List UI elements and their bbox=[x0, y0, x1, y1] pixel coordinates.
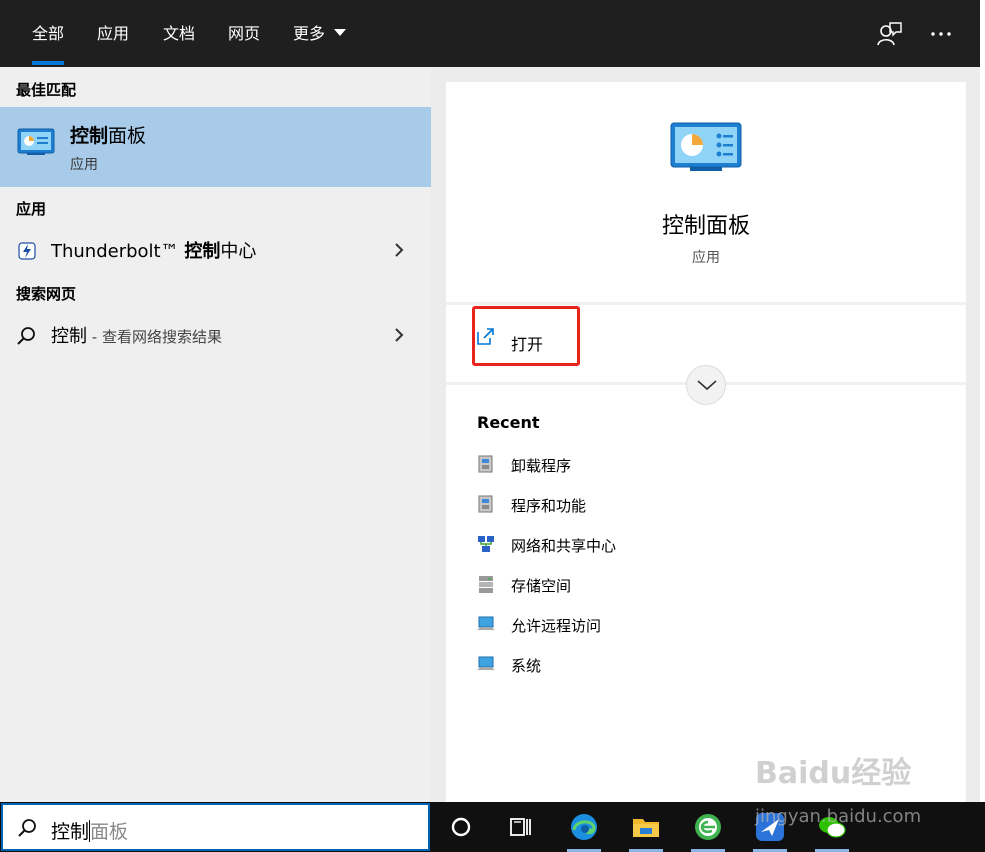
search-icon bbox=[18, 819, 36, 837]
programs-icon bbox=[478, 455, 493, 473]
web-hint: - 查看网络搜索结果 bbox=[87, 328, 222, 346]
recent-item-remote-access[interactable]: 允许远程访问 bbox=[474, 610, 774, 640]
recent-item-uninstall[interactable]: 卸载程序 bbox=[474, 450, 774, 480]
chevron-down-icon bbox=[334, 29, 347, 36]
web-query: 控制 bbox=[51, 326, 87, 347]
tab-apps[interactable]: 应用 bbox=[81, 0, 145, 67]
more-options-icon[interactable] bbox=[926, 19, 956, 49]
app-name-prefix: Thunderbolt™ bbox=[51, 241, 185, 262]
tab-documents[interactable]: 文档 bbox=[147, 0, 211, 67]
tab-label: 文档 bbox=[163, 24, 196, 43]
web-header: 搜索网页 bbox=[16, 285, 77, 303]
recent-item-programs[interactable]: 程序和功能 bbox=[474, 490, 774, 520]
recent-item-label: 允许远程访问 bbox=[511, 617, 602, 635]
web-result-label: 控制 - 查看网络搜索结果 bbox=[51, 322, 222, 348]
results-pane: 最佳匹配 控制面板 应用 应用 Thunderbolt™ 控制中心 搜索网页 控… bbox=[0, 67, 431, 802]
tab-label: 全部 bbox=[32, 24, 65, 43]
programs-icon bbox=[478, 495, 493, 513]
recent-item-label: 程序和功能 bbox=[511, 497, 587, 515]
apps-header: 应用 bbox=[16, 200, 47, 218]
app-name-match: 控制 bbox=[184, 241, 221, 262]
web-result-item[interactable]: 控制 - 查看网络搜索结果 bbox=[0, 315, 431, 355]
best-match-header: 最佳匹配 bbox=[16, 81, 77, 99]
app-result-label: Thunderbolt™ 控制中心 bbox=[51, 237, 256, 263]
edge-icon[interactable] bbox=[567, 810, 601, 844]
watermark-url: jingyan.baidu.com bbox=[755, 806, 922, 827]
app-name-suffix: 中心 bbox=[220, 241, 257, 262]
search-typed-text: 控制 bbox=[51, 821, 90, 843]
search-input[interactable]: 控制面板 bbox=[51, 817, 128, 844]
best-match-title: 控制面板 bbox=[70, 121, 146, 148]
chevron-right-icon[interactable] bbox=[392, 327, 406, 343]
chevron-right-icon[interactable] bbox=[392, 242, 406, 258]
tab-all[interactable]: 全部 bbox=[16, 0, 80, 67]
recent-item-label: 系统 bbox=[511, 657, 542, 675]
recent-item-label: 卸载程序 bbox=[511, 457, 572, 475]
tab-label: 网页 bbox=[228, 24, 261, 43]
recent-item-system[interactable]: 系统 bbox=[474, 650, 774, 680]
preview-title: 控制面板 bbox=[661, 214, 750, 239]
open-action-button[interactable]: 打开 bbox=[511, 331, 543, 355]
best-match-item[interactable]: 控制面板 应用 bbox=[0, 107, 431, 187]
control-panel-icon bbox=[670, 122, 742, 171]
network-icon bbox=[478, 536, 494, 552]
storage-icon bbox=[479, 576, 493, 593]
preview-subtitle: 应用 bbox=[692, 250, 720, 266]
task-view-icon[interactable] bbox=[503, 810, 537, 844]
tab-label: 更多 bbox=[293, 24, 326, 43]
recent-header: Recent bbox=[477, 413, 540, 432]
search-icon bbox=[17, 327, 35, 345]
computer-icon bbox=[477, 616, 495, 630]
chevron-down-icon bbox=[697, 380, 717, 391]
expand-button[interactable] bbox=[686, 365, 726, 405]
file-explorer-icon[interactable] bbox=[629, 810, 663, 844]
control-panel-icon bbox=[17, 128, 55, 155]
thunderbolt-icon bbox=[18, 242, 36, 260]
browser-icon[interactable] bbox=[691, 810, 725, 844]
recent-item-label: 存储空间 bbox=[511, 577, 572, 595]
feedback-icon[interactable] bbox=[874, 19, 904, 49]
best-match-subtitle: 应用 bbox=[70, 157, 98, 173]
divider bbox=[446, 302, 966, 305]
taskbar-search-box[interactable]: 控制面板 bbox=[1, 803, 430, 851]
recent-item-network[interactable]: 网络和共享中心 bbox=[474, 530, 774, 560]
search-tab-bar: 全部 应用 文档 网页 更多 bbox=[0, 0, 980, 67]
recent-item-storage[interactable]: 存储空间 bbox=[474, 570, 774, 600]
open-external-icon bbox=[477, 328, 494, 345]
search-suggestion-text: 面板 bbox=[90, 821, 129, 843]
best-match-title-match: 控制 bbox=[70, 125, 109, 147]
watermark-logo: Baidu经验 bbox=[755, 756, 912, 791]
recent-item-label: 网络和共享中心 bbox=[511, 537, 617, 555]
preview-card: 控制面板 应用 打开 Recent 卸载程序 程序和功能 网络和共享中心 存储空… bbox=[446, 82, 966, 802]
tab-web[interactable]: 网页 bbox=[212, 0, 276, 67]
tab-more[interactable]: 更多 bbox=[277, 0, 362, 67]
best-match-title-rest: 面板 bbox=[108, 125, 147, 147]
app-result-item[interactable]: Thunderbolt™ 控制中心 bbox=[0, 230, 431, 270]
computer-icon bbox=[477, 656, 495, 670]
tab-label: 应用 bbox=[97, 24, 130, 43]
cortana-icon[interactable] bbox=[444, 810, 478, 844]
